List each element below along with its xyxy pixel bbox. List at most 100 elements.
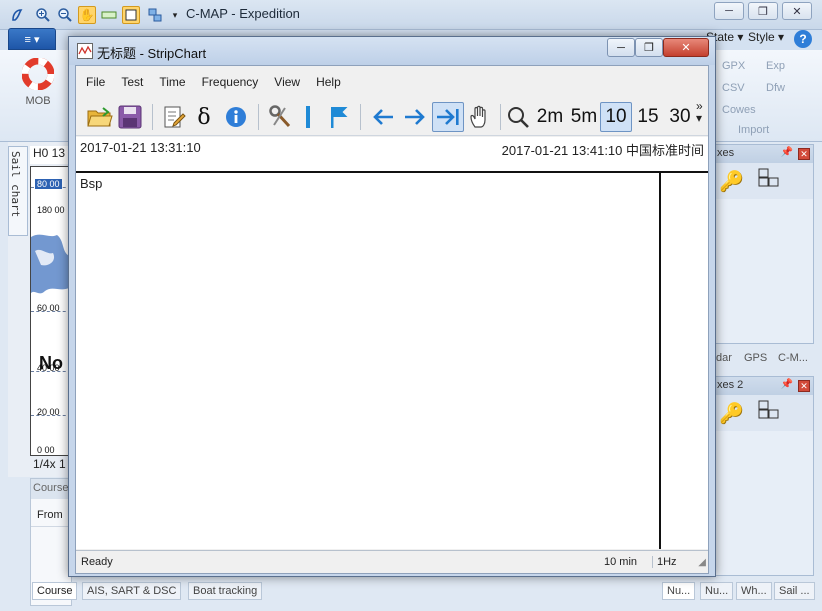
- file-menu-button[interactable]: ≡ ▾: [8, 28, 56, 50]
- boxes-panel-1-header: xes 📌 ✕: [713, 145, 813, 163]
- chart-label: 20 00: [37, 407, 60, 417]
- quick-access-dropdown-icon[interactable]: ▾: [166, 6, 184, 24]
- stripchart-maximize-button[interactable]: ❐: [635, 38, 663, 57]
- stripchart-window: 无标题 - StripChart ─ ❐ ✕ File Test Time Fr…: [68, 36, 716, 577]
- stripchart-client-area: File Test Time Frequency View Help δ 2m …: [75, 65, 709, 574]
- app-logo-icon[interactable]: [8, 6, 26, 24]
- tab-radar[interactable]: dar: [716, 352, 732, 364]
- pin-icon[interactable]: 📌: [781, 379, 793, 390]
- zoom-magnifier-icon[interactable]: [504, 102, 532, 132]
- polar-chart-area[interactable]: 80 00 180 00 60 00 No 40 00 20 00 0 00: [30, 166, 70, 456]
- stripchart-app-icon: [77, 43, 93, 59]
- stripchart-minimize-button[interactable]: ─: [607, 38, 635, 57]
- tab-cmap[interactable]: C-M...: [778, 352, 808, 364]
- stripchart-menubar: File Test Time Frequency View Help: [76, 66, 708, 98]
- status-frequency: 1Hz: [652, 556, 677, 568]
- course-panel-header: Course: [31, 479, 71, 499]
- edit-notes-icon[interactable]: [160, 102, 188, 132]
- range-5m-button[interactable]: 5m: [568, 102, 600, 132]
- layout-grid-icon[interactable]: [758, 168, 780, 194]
- stripchart-title: 无标题 - StripChart: [97, 46, 207, 61]
- tools-wrench-icon[interactable]: [266, 102, 294, 132]
- export-cowes-button[interactable]: Cowes: [722, 104, 756, 116]
- toolbar-separator: [500, 104, 501, 130]
- pin-icon[interactable]: 📌: [781, 147, 793, 158]
- close-icon[interactable]: ✕: [798, 380, 810, 392]
- tab-numbers-1[interactable]: Nu...: [662, 582, 696, 600]
- boxes-panel-2-toolbar: 🔑: [713, 395, 813, 431]
- stripchart-statusbar: Ready 10 min 1Hz ◢: [76, 550, 708, 573]
- info-icon[interactable]: [222, 102, 250, 132]
- boxes-panel-1: xes 📌 ✕ 🔑: [712, 144, 814, 344]
- layout-grid-icon[interactable]: [758, 400, 780, 426]
- stripchart-titlebar[interactable]: 无标题 - StripChart ─ ❐ ✕: [69, 37, 715, 65]
- tab-ais-sart-dsc[interactable]: AIS, SART & DSC: [82, 582, 182, 600]
- range-10-button[interactable]: 10: [600, 102, 632, 132]
- ribbon-tab-style[interactable]: Style ▾: [748, 30, 784, 48]
- resize-grip-icon[interactable]: ◢: [698, 557, 706, 568]
- mob-label: MOB: [25, 95, 51, 107]
- boxes-panel-2-header: xes 2 📌 ✕: [713, 377, 813, 395]
- pan-hand-icon[interactable]: [466, 102, 494, 132]
- export-dfw-button[interactable]: Dfw: [766, 82, 785, 94]
- zoom-in-icon[interactable]: [34, 6, 52, 24]
- app-window-title: C-MAP - Expedition: [186, 6, 300, 21]
- chart-label: 0 00: [37, 445, 55, 455]
- scroll-to-end-icon[interactable]: [432, 102, 464, 132]
- export-csv-button[interactable]: CSV: [722, 82, 745, 94]
- open-folder-icon[interactable]: [86, 102, 114, 132]
- close-icon[interactable]: ✕: [798, 148, 810, 160]
- network-icon[interactable]: [146, 6, 164, 24]
- key-icon[interactable]: 🔑: [719, 401, 744, 426]
- menu-test[interactable]: Test: [121, 75, 143, 89]
- main-minimize-button[interactable]: ─: [714, 2, 744, 20]
- pan-hand-icon[interactable]: ✋: [78, 6, 96, 24]
- menu-help[interactable]: Help: [316, 75, 341, 89]
- export-exp-button[interactable]: Exp: [766, 60, 785, 72]
- menu-view[interactable]: View: [274, 75, 300, 89]
- toolbar-separator: [360, 104, 361, 130]
- range-30-button[interactable]: 30: [664, 102, 696, 132]
- mob-button[interactable]: MOB: [21, 57, 55, 107]
- stripchart-close-button[interactable]: ✕: [663, 38, 709, 57]
- toolbar-separator: [258, 104, 259, 130]
- zoom-out-icon[interactable]: [56, 6, 74, 24]
- boxes-panel-1-title: xes: [717, 147, 735, 159]
- route-tool-icon[interactable]: [100, 6, 118, 24]
- main-titlebar: ✋ ▾ C-MAP - Expedition ─ ❐ ✕: [0, 0, 822, 30]
- key-icon[interactable]: 🔑: [719, 169, 744, 194]
- header-divider: [76, 171, 708, 173]
- series-label-bsp: Bsp: [80, 176, 103, 191]
- tab-wh[interactable]: Wh...: [736, 582, 772, 600]
- tab-sail[interactable]: Sail ...: [774, 582, 815, 600]
- main-close-button[interactable]: ✕: [782, 2, 812, 20]
- import-group-label: Import: [738, 124, 770, 136]
- from-column-header[interactable]: From: [31, 505, 71, 527]
- window-select-icon[interactable]: [122, 6, 140, 24]
- now-cursor-line[interactable]: [659, 173, 661, 549]
- range-15-button[interactable]: 15: [632, 102, 664, 132]
- main-maximize-button[interactable]: ❐: [748, 2, 778, 20]
- delta-icon[interactable]: δ: [192, 102, 216, 132]
- tab-boat-tracking[interactable]: Boat tracking: [188, 582, 263, 600]
- chart-header: H0 13: [30, 146, 70, 164]
- flag-icon[interactable]: [326, 102, 352, 132]
- status-time-span: 10 min: [604, 556, 638, 568]
- marker-line-icon[interactable]: [298, 102, 318, 132]
- range-2m-button[interactable]: 2m: [534, 102, 566, 132]
- save-icon[interactable]: [116, 102, 144, 132]
- chart-label: 180 00: [37, 205, 65, 215]
- help-icon[interactable]: ?: [794, 30, 812, 48]
- toolbar-overflow-icon[interactable]: » ▾: [696, 100, 703, 124]
- menu-file[interactable]: File: [86, 75, 105, 89]
- scroll-right-icon[interactable]: [400, 102, 430, 132]
- menu-time[interactable]: Time: [159, 75, 185, 89]
- stripchart-plot-area[interactable]: 2017-01-21 13:31:10 2017-01-21 13:41:10 …: [76, 137, 708, 549]
- tab-gps[interactable]: GPS: [744, 352, 767, 364]
- sail-chart-tab[interactable]: Sail chart: [8, 146, 28, 236]
- export-gpx-button[interactable]: GPX: [722, 60, 745, 72]
- tab-numbers-2[interactable]: Nu...: [700, 582, 734, 600]
- menu-frequency[interactable]: Frequency: [202, 75, 259, 89]
- scroll-left-icon[interactable]: [368, 102, 398, 132]
- tab-course[interactable]: Course: [32, 582, 78, 600]
